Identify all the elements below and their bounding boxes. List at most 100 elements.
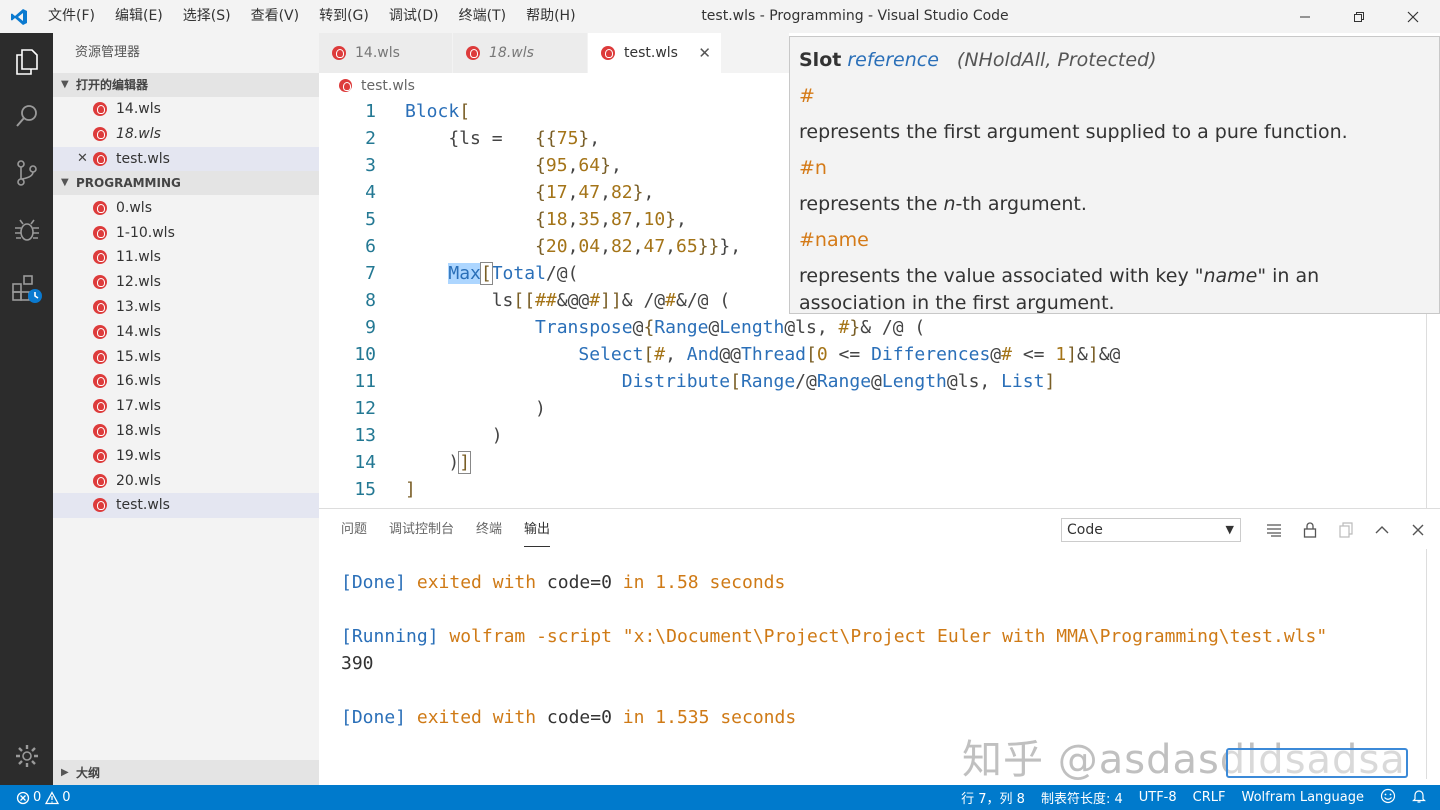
- folder-header[interactable]: ▼ PROGRAMMING: [53, 171, 319, 196]
- close-icon[interactable]: ✕: [77, 151, 88, 166]
- panel-scrollbar[interactable]: [1426, 549, 1440, 779]
- tab-output[interactable]: 输出: [524, 521, 551, 547]
- file-name: 19.wls: [116, 447, 161, 464]
- file-tree-item[interactable]: 18.wls: [53, 419, 319, 444]
- code-line: 12 ): [319, 395, 1419, 422]
- file-tree-item[interactable]: 11.wls: [53, 245, 319, 270]
- source-control-icon[interactable]: [0, 148, 53, 198]
- tab-terminal[interactable]: 终端: [476, 521, 502, 547]
- tab-debug-console[interactable]: 调试控制台: [389, 521, 454, 547]
- debug-icon[interactable]: [0, 205, 53, 255]
- dropdown-caret-icon: ▼: [1225, 523, 1234, 536]
- code-line: 15]: [319, 476, 1419, 503]
- file-tree-item[interactable]: 1-10.wls: [53, 220, 319, 245]
- encoding[interactable]: UTF-8: [1139, 790, 1177, 805]
- file-tree-item[interactable]: 16.wls: [53, 369, 319, 394]
- close-icon[interactable]: ✕: [698, 44, 711, 62]
- menu-go[interactable]: 转到(G): [309, 0, 379, 33]
- explorer-icon[interactable]: [0, 37, 53, 87]
- restore-button[interactable]: [1332, 0, 1386, 33]
- file-name: 14.wls: [116, 323, 161, 340]
- file-tree-item[interactable]: 15.wls: [53, 344, 319, 369]
- code-text: Block[: [405, 101, 471, 122]
- line-number: 12: [354, 398, 376, 419]
- menu-terminal[interactable]: 终端(T): [449, 0, 516, 33]
- file-tree-item[interactable]: test.wls: [53, 492, 319, 518]
- tab-size[interactable]: 制表符长度: 4: [1041, 788, 1123, 807]
- tab-18[interactable]: 18.wls: [453, 33, 588, 73]
- file-tree-item[interactable]: 13.wls: [53, 295, 319, 320]
- wolfram-file-icon: [93, 127, 107, 142]
- file-tree-item[interactable]: 19.wls: [53, 443, 319, 468]
- close-panel-button[interactable]: [1400, 516, 1436, 544]
- menu-edit[interactable]: 编辑(E): [105, 0, 173, 33]
- line-number: 4: [365, 182, 376, 203]
- hover-title: Slot reference (NHoldAll, Protected): [799, 42, 1430, 78]
- copy-icon: [1339, 522, 1353, 538]
- maximize-panel-button[interactable]: [1364, 516, 1400, 544]
- file-tree-item[interactable]: 17.wls: [53, 394, 319, 419]
- open-log-button[interactable]: [1328, 516, 1364, 544]
- chevron-right-icon: ▶: [61, 766, 69, 778]
- menu-view[interactable]: 查看(V): [241, 0, 310, 33]
- output-line: [Running] wolfram -script "x:\Document\P…: [341, 626, 1328, 647]
- status-bar: 0 0 行 7，列 8 制表符长度: 4 UTF-8 CRLF Wolfram …: [0, 785, 1440, 810]
- panel-actions: [1256, 516, 1436, 544]
- lock-scroll-button[interactable]: [1292, 516, 1328, 544]
- open-editor-item[interactable]: ✕ test.wls: [53, 146, 319, 172]
- line-ending[interactable]: CRLF: [1193, 790, 1226, 805]
- tab-test[interactable]: test.wls ✕: [588, 33, 722, 73]
- close-window-button[interactable]: [1386, 0, 1440, 33]
- gear-icon[interactable]: [0, 731, 53, 781]
- feedback-icon[interactable]: [1380, 788, 1396, 808]
- file-tree-item[interactable]: 0.wls: [53, 195, 319, 220]
- language-mode[interactable]: Wolfram Language: [1242, 790, 1365, 805]
- menu-bar: 文件(F) 编辑(E) 选择(S) 查看(V) 转到(G) 调试(D) 终端(T…: [38, 0, 586, 33]
- code-line: 14 )]: [319, 449, 1419, 476]
- outline-header[interactable]: ▶ 大纲: [53, 760, 319, 785]
- open-editors-header[interactable]: ▼ 打开的编辑器: [53, 73, 319, 97]
- wolfram-file-icon: [93, 250, 107, 265]
- restore-icon: [1354, 11, 1364, 22]
- output-line: [Done] exited with code=0 in 1.58 second…: [341, 572, 786, 593]
- breadcrumb[interactable]: test.wls: [319, 73, 789, 98]
- open-editor-item[interactable]: 18.wls: [53, 122, 319, 147]
- file-tree-item[interactable]: 20.wls: [53, 468, 319, 493]
- hover-symbol-name: Slot: [799, 49, 842, 71]
- file-tree-item[interactable]: 12.wls: [53, 270, 319, 295]
- code-text: ]: [405, 479, 416, 500]
- reference-link[interactable]: reference: [847, 49, 939, 71]
- clear-output-button[interactable]: [1256, 516, 1292, 544]
- hover-description: represents the value associated with key…: [799, 265, 1320, 314]
- file-tree-item[interactable]: 14.wls: [53, 319, 319, 344]
- minimize-button[interactable]: [1278, 0, 1332, 33]
- wolfram-file-icon: [466, 46, 480, 60]
- tab-problems[interactable]: 问题: [341, 521, 367, 547]
- wolfram-file-icon: [93, 498, 107, 513]
- cursor-position[interactable]: 行 7，列 8: [961, 788, 1025, 807]
- bell-icon[interactable]: [1412, 788, 1426, 808]
- menu-help[interactable]: 帮助(H): [516, 0, 585, 33]
- code-text: {20,04,82,47,65}}},: [535, 236, 742, 257]
- wolfram-file-icon: [93, 275, 107, 290]
- tab-14[interactable]: 14.wls: [319, 33, 453, 73]
- line-number: 2: [365, 128, 376, 149]
- output-channel-select[interactable]: Code ▼: [1061, 518, 1241, 542]
- hover-syntax: #n: [799, 157, 827, 179]
- menu-debug[interactable]: 调试(D): [379, 0, 449, 33]
- menu-file[interactable]: 文件(F): [38, 0, 105, 33]
- menu-selection[interactable]: 选择(S): [173, 0, 241, 33]
- file-name: 11.wls: [116, 249, 161, 266]
- code-text: )]: [405, 451, 472, 474]
- search-icon[interactable]: [0, 91, 53, 141]
- code-text: Distribute[Range/@Range@Length@ls, List]: [621, 371, 1056, 392]
- extensions-icon[interactable]: [0, 263, 53, 313]
- lock-icon: [1303, 522, 1317, 538]
- code-line: 11 Distribute[Range/@Range@Length@ls, Li…: [319, 368, 1419, 395]
- wolfram-file-icon: [339, 79, 352, 92]
- ime-toolbar[interactable]: [1226, 748, 1408, 778]
- problems-status[interactable]: 0 0: [16, 790, 71, 805]
- open-editor-item[interactable]: 14.wls: [53, 97, 319, 122]
- file-name: 12.wls: [116, 274, 161, 291]
- wolfram-file-icon: [93, 200, 107, 215]
